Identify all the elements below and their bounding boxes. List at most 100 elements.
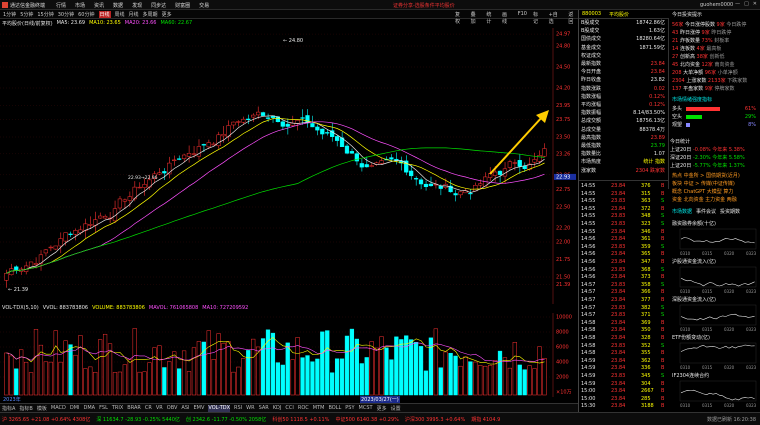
minimize-icon[interactable]: — — [735, 1, 740, 7]
menu-item[interactable]: 数据 — [113, 2, 123, 9]
menu-item[interactable]: 市场 — [75, 2, 85, 9]
volume-bar — [399, 339, 404, 396]
indicator-tab[interactable]: MTM — [313, 405, 325, 412]
news-link[interactable]: 板块 中证 > 传媒(中证传媒) — [672, 180, 735, 188]
menu-item[interactable]: 资讯 — [94, 2, 104, 9]
period-tab[interactable]: 周线 — [115, 11, 125, 18]
indicator-tab[interactable]: MCST — [359, 405, 373, 412]
index-ticker[interactable]: 科创50 1118.5 +0.11% — [272, 416, 329, 423]
news-link[interactable]: 热点 中金所 > 国债期货(近月) — [672, 172, 740, 180]
period-tab[interactable]: 1分钟 — [3, 11, 16, 18]
indicator-tab[interactable]: BOLL — [328, 405, 341, 412]
tick-side: B — [661, 350, 665, 357]
tick-list[interactable]: 14:55 23.84 376 B 14:55 23.84 315 B 14:55 23.83 36… — [579, 180, 669, 412]
price-tick-label: 24.20 — [556, 86, 570, 92]
tick-price: 23.84 — [611, 297, 626, 303]
tick-time: 14:58 — [581, 327, 596, 334]
stat-label: 上涨家数 — [686, 78, 708, 84]
quote-row: B股成交 1.63亿 — [581, 27, 667, 35]
info-title[interactable]: 今日投资提示 — [672, 11, 702, 19]
volume-tick-label: 10000 — [556, 315, 572, 321]
mini-chart: 0310 0315 0320 0323 — [679, 266, 757, 294]
index-ticker[interactable]: 深 11634.7 -28.93 -0.25% 5440亿 — [96, 416, 180, 423]
volume-bar — [492, 360, 498, 396]
candle-body — [409, 170, 414, 177]
indicator-tab[interactable]: DMA — [84, 405, 96, 412]
index-ticker[interactable]: 中证500 6140.38 +0.29% — [335, 416, 398, 423]
user-account[interactable]: guohem0000 — [700, 2, 733, 8]
period-tab[interactable]: 更多 — [162, 11, 172, 18]
indicator-tab[interactable]: 更多 — [377, 405, 387, 412]
indicator-tab[interactable]: OBV — [167, 405, 178, 412]
volume-bar — [315, 358, 320, 396]
tick-price: 23.83 — [611, 342, 626, 349]
indicator-tab[interactable]: BRAR — [127, 405, 141, 412]
candle-body — [453, 193, 458, 196]
period-tab[interactable]: 月线 — [129, 11, 139, 18]
tick-price: 23.84 — [611, 395, 626, 402]
indicator-tab[interactable]: CR — [145, 405, 152, 412]
indicator-tab[interactable]: 模板 — [37, 405, 47, 412]
indicator-tab[interactable]: MACD — [51, 405, 66, 412]
volume-bar — [231, 371, 236, 396]
indicator-tab[interactable]: PSY — [345, 405, 354, 412]
volume-bar — [48, 361, 53, 396]
period-tab[interactable]: 多周期 — [143, 11, 158, 18]
quote-value: 1.07 — [653, 151, 665, 158]
mini-chart-title: 沪股通资金流入(亿) — [672, 259, 716, 265]
menu-item[interactable]: 行情 — [56, 2, 66, 9]
maximize-icon[interactable]: □ — [744, 1, 749, 7]
info-tab[interactable]: 投资期数 — [720, 209, 740, 215]
stat-value-2: 12家 — [701, 62, 715, 68]
indicator-tab[interactable]: ROC — [298, 405, 309, 412]
period-tab[interactable]: 30分钟 — [58, 11, 74, 18]
index-ticker[interactable]: 期指 4104.9 — [471, 416, 500, 423]
period-tab[interactable]: 5分钟 — [20, 11, 33, 18]
indicator-tab[interactable]: 指标B — [19, 405, 32, 412]
low-annotation: ← 21.39 — [8, 287, 28, 293]
indicator-tab[interactable]: FSL — [99, 405, 108, 412]
indicator-tab[interactable]: VR — [156, 405, 163, 412]
volume-bar — [448, 352, 453, 396]
indicator-tab[interactable]: RSI — [234, 405, 242, 412]
volume-chart[interactable]: 10000 8000 6000 4000 2000 ×10万 — [0, 313, 578, 397]
candle-body — [122, 199, 127, 202]
indicator-tab[interactable]: EMV — [194, 405, 205, 412]
tick-time: 14:59 — [581, 373, 596, 379]
candle-body — [488, 173, 493, 178]
stat-value-2: 73% — [701, 38, 715, 44]
period-tab[interactable]: 60分钟 — [78, 11, 94, 18]
indicator-tab[interactable]: WR — [246, 405, 254, 412]
indicator-tab[interactable]: VOL-TDX — [208, 405, 231, 412]
indicator-tab[interactable]: KDJ — [273, 405, 282, 412]
kline-chart[interactable]: 24.97 24.80 24.50 24.20 23.95 23.75 23.50 23.26… — [0, 28, 578, 304]
news-link[interactable]: 概念 ChatGPT 大模型 算力 — [672, 188, 733, 196]
volume-bar — [122, 364, 127, 396]
indicator-tab[interactable]: 指标A — [2, 405, 15, 412]
period-tab[interactable]: 日线 — [98, 11, 111, 18]
tick-side: S — [661, 312, 665, 319]
menu-item[interactable]: 同步达 — [151, 2, 166, 9]
index-ticker[interactable]: 沪深300 3995.3 +0.64% — [405, 416, 465, 423]
index-ticker[interactable]: 沪 3265.65 +21.08 +0.64% 4308亿 — [2, 416, 90, 423]
indicator-tab[interactable]: TRIX — [112, 405, 123, 412]
volume-bar — [152, 347, 157, 396]
info-tab[interactable]: 事件会议 — [696, 209, 716, 215]
menu-item[interactable]: 交易 — [199, 2, 209, 9]
indicator-tab[interactable]: ASI — [181, 405, 189, 412]
indicator-tab[interactable]: 设置 — [391, 405, 401, 412]
tick-row: 14:58 23.83 352 S — [579, 343, 669, 350]
quote-label: 指数振幅 — [581, 110, 602, 117]
mini-chart-title: ETF份额变动(亿) — [672, 335, 710, 341]
index-ticker[interactable]: 创 2342.6 -11.77 -0.50% 2058亿 — [186, 416, 266, 423]
info-tab[interactable]: 市场数据 — [672, 209, 692, 215]
indicator-tab[interactable]: SAR — [259, 405, 269, 412]
indicator-tab[interactable]: DMI — [70, 405, 80, 412]
period-tab[interactable]: 15分钟 — [37, 11, 53, 18]
close-icon[interactable]: ✕ — [753, 1, 757, 7]
indicator-tab[interactable]: CCI — [285, 405, 293, 412]
menu-item[interactable]: 发现 — [132, 2, 142, 9]
news-link[interactable]: 资金 北向资金 主力资金 两融 — [672, 196, 737, 204]
breadth-label: 上证20日 — [670, 147, 693, 153]
menu-item[interactable]: 财富圈 — [175, 2, 190, 9]
